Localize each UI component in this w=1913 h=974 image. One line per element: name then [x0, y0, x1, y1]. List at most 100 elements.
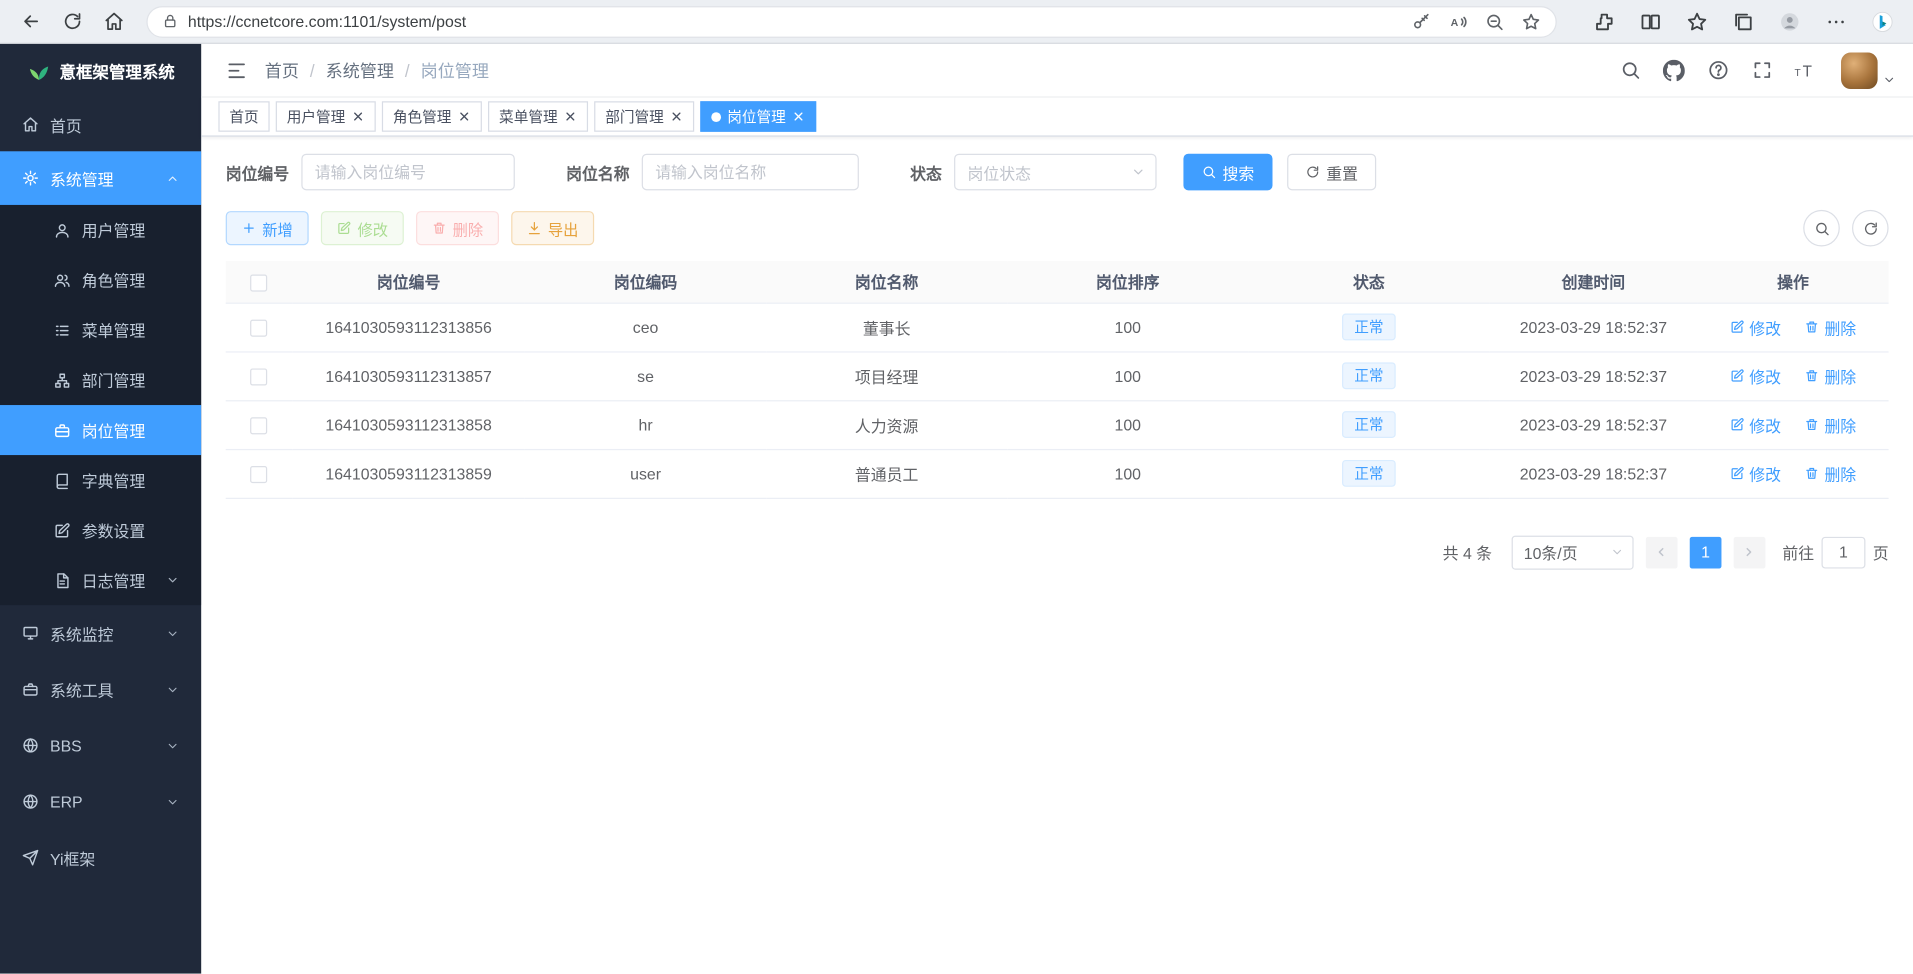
sidebar-item-yi-framework[interactable]: Yi框架: [0, 830, 201, 886]
delete-button[interactable]: 删除: [416, 211, 499, 245]
goto-page-input[interactable]: [1821, 536, 1865, 568]
tab-post-mgmt[interactable]: 岗位管理: [700, 101, 816, 132]
sidebar-item-role-mgmt[interactable]: 角色管理: [0, 255, 201, 305]
sidebar-item-system[interactable]: 系统管理: [0, 151, 201, 205]
search-button[interactable]: 搜索: [1183, 154, 1272, 191]
row-delete-link[interactable]: 删除: [1805, 315, 1856, 338]
row-checkbox[interactable]: [250, 368, 267, 385]
search-icon: [1620, 60, 1641, 81]
toggle-search-button[interactable]: [1803, 210, 1840, 247]
tab-close-icon[interactable]: [351, 110, 364, 123]
browser-home-button[interactable]: [95, 3, 132, 40]
reset-button[interactable]: 重置: [1287, 154, 1376, 191]
user-avatar[interactable]: [1841, 52, 1878, 89]
row-edit-link[interactable]: 修改: [1730, 462, 1781, 485]
next-page-button[interactable]: [1734, 536, 1766, 568]
sidebar-item-label: 岗位管理: [82, 418, 145, 441]
sidebar-item-param-settings[interactable]: 参数设置: [0, 505, 201, 555]
sidebar-item-dict-mgmt[interactable]: 字典管理: [0, 455, 201, 505]
row-checkbox[interactable]: [250, 466, 267, 483]
row-delete-link[interactable]: 删除: [1805, 413, 1856, 436]
post-name-input[interactable]: [642, 154, 859, 191]
split-screen-button[interactable]: [1632, 3, 1669, 40]
browser-back-button[interactable]: [12, 3, 49, 40]
tab-close-icon[interactable]: [458, 110, 471, 123]
leaf-logo-icon: [27, 59, 51, 83]
read-aloud-icon[interactable]: A: [1448, 12, 1468, 32]
tab-close-icon[interactable]: [564, 110, 577, 123]
browser-address-bar[interactable]: https://ccnetcore.com:1101/system/post A: [146, 5, 1556, 37]
row-delete-link[interactable]: 删除: [1805, 364, 1856, 387]
collections-button[interactable]: [1725, 3, 1762, 40]
browser-menu-button[interactable]: [1818, 3, 1855, 40]
sidebar-item-post-mgmt[interactable]: 岗位管理: [0, 405, 201, 455]
tab-close-icon[interactable]: [670, 110, 683, 123]
help-icon: [1707, 60, 1728, 81]
trash-icon: [432, 221, 447, 236]
sidebar-item-menu-mgmt[interactable]: 菜单管理: [0, 305, 201, 355]
sidebar-item-erp[interactable]: ERP: [0, 773, 201, 829]
post-number-input[interactable]: [301, 154, 515, 191]
sidebar-item-user-mgmt[interactable]: 用户管理: [0, 205, 201, 255]
key-icon[interactable]: [1412, 12, 1432, 32]
prev-page-button[interactable]: [1646, 536, 1678, 568]
sidebar-item-dept-mgmt[interactable]: 部门管理: [0, 355, 201, 405]
sidebar-item-bbs[interactable]: BBS: [0, 717, 201, 773]
tab-close-icon[interactable]: [792, 110, 805, 123]
select-all-checkbox[interactable]: [250, 274, 267, 291]
user-menu[interactable]: [1841, 52, 1896, 89]
breadcrumb-home[interactable]: 首页: [265, 58, 299, 82]
cell-post-code: user: [525, 449, 766, 498]
row-delete-link[interactable]: 删除: [1805, 462, 1856, 485]
sidebar-item-label: 日志管理: [82, 569, 145, 592]
cell-post-name: 人力资源: [766, 400, 1007, 449]
app-logo[interactable]: 意框架管理系统: [0, 44, 201, 98]
font-size-button[interactable]: TT: [1787, 52, 1824, 89]
page-size-select[interactable]: 10条/页: [1512, 535, 1634, 569]
refresh-table-button[interactable]: [1852, 210, 1889, 247]
sidebar-item-system-tools[interactable]: 系统工具: [0, 661, 201, 717]
sidebar-item-label: 部门管理: [82, 368, 145, 391]
row-edit-label: 修改: [1749, 462, 1781, 485]
fullscreen-button[interactable]: [1743, 52, 1780, 89]
export-button[interactable]: 导出: [511, 211, 594, 245]
row-edit-link[interactable]: 修改: [1730, 413, 1781, 436]
extensions-button[interactable]: [1586, 3, 1623, 40]
cell-post-sort: 100: [1007, 400, 1248, 449]
row-edit-label: 修改: [1749, 413, 1781, 436]
page-number-1[interactable]: 1: [1690, 536, 1722, 568]
favorites-button[interactable]: [1679, 3, 1716, 40]
row-edit-link[interactable]: 修改: [1730, 364, 1781, 387]
row-edit-link[interactable]: 修改: [1730, 315, 1781, 338]
status-label: 状态: [910, 160, 942, 183]
tab-role-mgmt[interactable]: 角色管理: [382, 101, 482, 132]
bing-button[interactable]: [1864, 3, 1901, 40]
sidebar-item-label: ERP: [50, 792, 83, 810]
sidebar-item-log-mgmt[interactable]: 日志管理: [0, 555, 201, 605]
sidebar-item-system-monitor[interactable]: 系统监控: [0, 605, 201, 661]
row-checkbox[interactable]: [250, 319, 267, 336]
cell-post-sort: 100: [1007, 449, 1248, 498]
zoom-out-icon[interactable]: [1485, 12, 1505, 32]
header-search-button[interactable]: [1612, 52, 1649, 89]
tab-dept-mgmt[interactable]: 部门管理: [594, 101, 694, 132]
cell-post-number: 1641030593112313858: [292, 400, 525, 449]
row-checkbox[interactable]: [250, 417, 267, 434]
chevron-down-icon: [166, 739, 179, 752]
breadcrumb-system[interactable]: 系统管理: [326, 58, 394, 82]
sidebar-item-home[interactable]: 首页: [0, 98, 201, 152]
col-post-sort: 岗位排序: [1007, 261, 1248, 302]
sidebar-toggle-button[interactable]: [218, 52, 255, 89]
add-favorite-icon[interactable]: [1521, 12, 1541, 32]
github-button[interactable]: [1656, 52, 1693, 89]
breadcrumb-separator: /: [310, 60, 315, 80]
tab-user-mgmt[interactable]: 用户管理: [276, 101, 376, 132]
browser-refresh-button[interactable]: [54, 3, 91, 40]
tab-menu-mgmt[interactable]: 菜单管理: [488, 101, 588, 132]
status-select[interactable]: 岗位状态: [954, 154, 1157, 191]
profile-button[interactable]: [1771, 3, 1808, 40]
edit-button[interactable]: 修改: [321, 211, 404, 245]
help-button[interactable]: [1700, 52, 1737, 89]
add-button[interactable]: 新增: [226, 211, 309, 245]
tab-home[interactable]: 首页: [218, 101, 269, 132]
